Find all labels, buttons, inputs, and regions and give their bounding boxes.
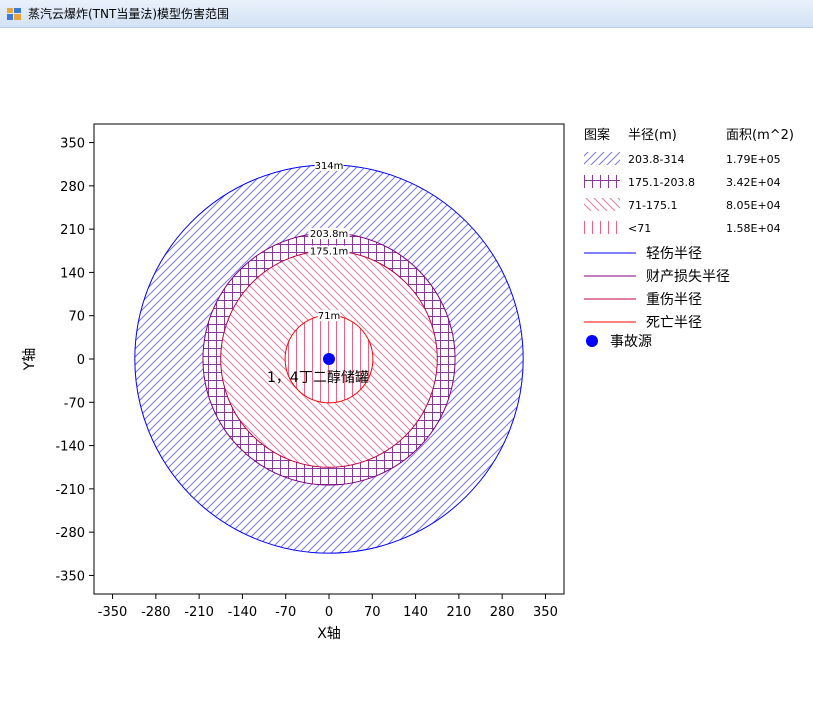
legend-area-2: 8.05E+04: [726, 199, 781, 212]
zone-label-3: 71m: [318, 311, 340, 322]
accident-source-point: [323, 353, 335, 365]
legend-range-1: 175.1-203.8: [628, 176, 695, 189]
source-label: 1，4丁二醇储罐: [267, 369, 369, 386]
x-tick-label-5: 0: [325, 605, 333, 620]
legend-header-0: 图案: [584, 128, 610, 143]
app-window-icon: [7, 7, 21, 20]
x-axis-label: X轴: [317, 626, 341, 642]
zone-label-2: 175.1m: [310, 247, 348, 258]
zone-chart: 314m 203.8m 175.1m 71m 1，4丁二醇储罐 -350 -280 -210…: [22, 123, 794, 642]
y-tick-label-5: 0: [77, 353, 85, 368]
legend-line-label-3: 死亡半径: [646, 315, 702, 331]
legend-line-label-0: 轻伤半径: [646, 246, 702, 262]
zone-label-0: 314m: [315, 161, 344, 172]
legend-swatch-0: [584, 152, 620, 165]
x-tick-label-4: -70: [275, 605, 296, 620]
legend-header-1: 半径(m): [628, 128, 677, 143]
legend-area-3: 1.58E+04: [726, 222, 781, 235]
y-tick-label-3: 140: [60, 266, 85, 281]
x-tick-label-2: -210: [184, 605, 214, 620]
legend-range-2: 71-175.1: [628, 199, 677, 212]
y-tick-label-0: 350: [60, 137, 85, 152]
legend-range-3: <71: [628, 222, 651, 235]
legend-line-label-2: 重伤半径: [646, 292, 702, 308]
legend-range-0: 203.8-314: [628, 153, 684, 166]
legend-line-label-1: 财产损失半径: [646, 269, 730, 285]
x-tick-label-1: -280: [141, 605, 171, 620]
zone-label-1: 203.8m: [310, 229, 348, 240]
legend-swatch-1: [584, 175, 620, 188]
legend: 图案 半径(m) 面积(m^2) 203.8-314 1.79E+05 175.1-203…: [584, 128, 794, 350]
y-tick-label-1: 280: [60, 180, 85, 195]
window-title: 蒸汽云爆炸(TNT当量法)模型伤害范围: [28, 7, 230, 21]
y-tick-label-7: -140: [55, 440, 85, 455]
x-tick-label-6: 70: [364, 605, 381, 620]
x-tick-label-10: 350: [533, 605, 558, 620]
y-tick-label-4: 70: [68, 310, 85, 325]
legend-swatch-2: [584, 198, 620, 211]
y-tick-label-9: -280: [55, 526, 85, 541]
y-tick-label-10: -350: [55, 569, 85, 584]
y-axis-label: Y轴: [22, 348, 38, 372]
legend-area-0: 1.79E+05: [726, 153, 781, 166]
x-tick-label-8: 210: [446, 605, 471, 620]
y-tick-label-2: 210: [60, 223, 85, 238]
x-tick-label-3: -140: [228, 605, 258, 620]
legend-area-1: 3.42E+04: [726, 176, 781, 189]
legend-swatch-3: [584, 221, 620, 234]
legend-source-label: 事故源: [610, 334, 652, 350]
x-tick-label-0: -350: [98, 605, 128, 620]
x-tick-label-9: 280: [490, 605, 515, 620]
y-tick-label-8: -210: [55, 483, 85, 498]
legend-source-marker: [586, 335, 598, 347]
title-bar: 蒸汽云爆炸(TNT当量法)模型伤害范围: [0, 0, 813, 28]
y-tick-label-6: -70: [64, 396, 85, 411]
x-tick-label-7: 140: [403, 605, 428, 620]
legend-header-2: 面积(m^2): [726, 128, 794, 143]
